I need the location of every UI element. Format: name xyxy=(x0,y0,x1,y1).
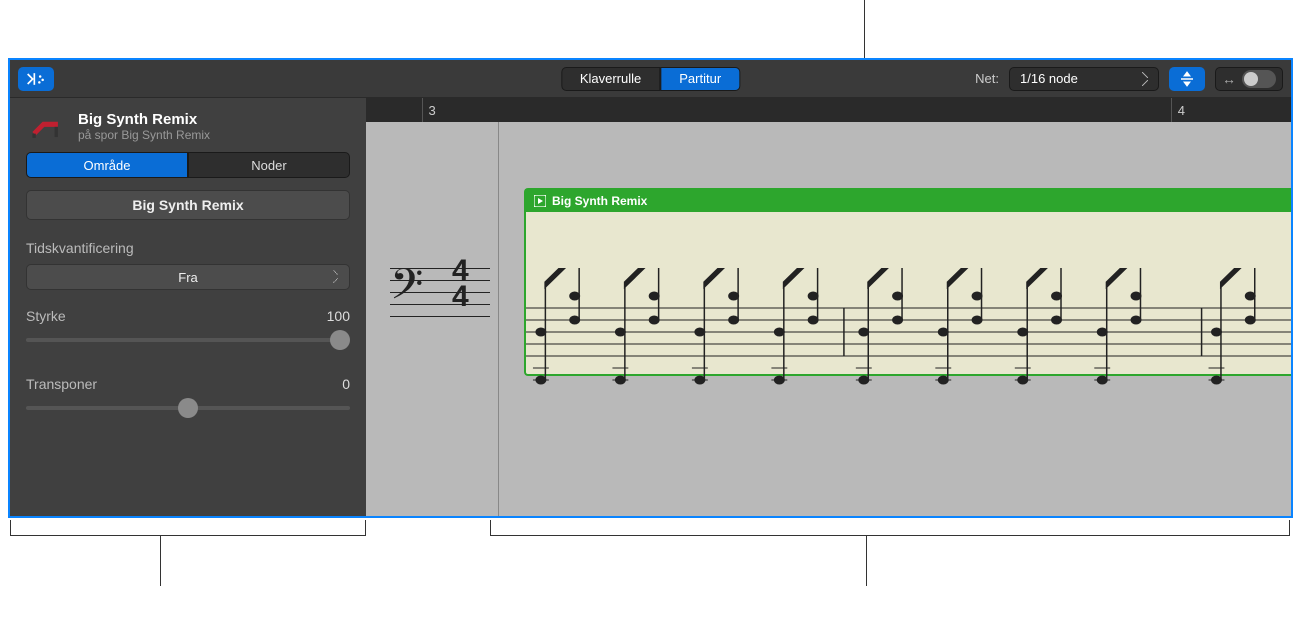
region-header: Big Synth Remix på spor Big Synth Remix xyxy=(26,110,350,142)
grid-label: Net: xyxy=(975,71,999,86)
transpose-value: 0 xyxy=(342,376,350,392)
callout-line-top xyxy=(864,0,865,60)
autozoom-toggle[interactable] xyxy=(1242,70,1276,88)
midi-region[interactable]: Big Synth Remix xyxy=(524,188,1291,376)
grid-value: 1/16 node xyxy=(1020,71,1078,86)
horizontal-autozoom-control: ↔ xyxy=(1215,67,1283,91)
inspector-sidebar: Big Synth Remix på spor Big Synth Remix … xyxy=(10,98,366,516)
notation-staff[interactable] xyxy=(526,212,1291,413)
clef-gutter: 𝄢 4 4 xyxy=(366,122,498,516)
bass-clef-icon: 𝄢 xyxy=(390,260,423,321)
view-mode-segment: Klaverrulle Partitur xyxy=(561,67,740,91)
score-editor-window: Klaverrulle Partitur Net: 1/16 node ↔ xyxy=(8,58,1293,518)
content-area: Big Synth Remix på spor Big Synth Remix … xyxy=(10,98,1291,516)
vertical-autozoom-button[interactable] xyxy=(1169,67,1205,91)
tab-score[interactable]: Partitur xyxy=(660,67,740,91)
bar-ruler[interactable]: 3 4 xyxy=(366,98,1291,122)
transpose-slider[interactable] xyxy=(26,398,350,418)
grid-select[interactable]: 1/16 node xyxy=(1009,67,1159,91)
transpose-label: Transponer xyxy=(26,376,97,392)
divider-line xyxy=(498,122,499,516)
score-main-area: 3 4 𝄢 4 4 Big xyxy=(366,98,1291,516)
catch-playhead-button[interactable] xyxy=(18,67,54,91)
strength-slider[interactable] xyxy=(26,330,350,350)
strength-label: Styrke xyxy=(26,308,66,324)
tab-piano-roll[interactable]: Klaverrulle xyxy=(561,67,660,91)
region-name-field[interactable]: Big Synth Remix xyxy=(26,190,350,220)
region-header-bar[interactable]: Big Synth Remix xyxy=(526,190,1291,212)
region-title: Big Synth Remix xyxy=(78,111,210,128)
score-viewport[interactable]: 𝄢 4 4 Big Synth Remix xyxy=(366,122,1291,516)
quantize-select[interactable]: Fra xyxy=(26,264,350,290)
arrows-icon: ↔ xyxy=(1222,71,1236,87)
ruler-mark-3: 3 xyxy=(429,103,436,118)
instrument-icon xyxy=(26,110,66,142)
toolbar: Klaverrulle Partitur Net: 1/16 node ↔ xyxy=(10,60,1291,98)
callout-brackets xyxy=(10,520,1295,610)
quantize-label: Tidskvantificering xyxy=(26,240,350,256)
tab-region[interactable]: Område xyxy=(26,152,188,178)
tab-notes[interactable]: Noder xyxy=(188,152,350,178)
region-subtitle: på spor Big Synth Remix xyxy=(78,128,210,142)
quantize-value: Fra xyxy=(178,270,198,285)
inspector-tabs: Område Noder xyxy=(26,152,350,178)
play-icon xyxy=(534,195,546,207)
ruler-mark-4: 4 xyxy=(1178,103,1185,118)
region-bar-title: Big Synth Remix xyxy=(552,194,647,208)
strength-value: 100 xyxy=(327,308,350,324)
time-signature: 4 4 xyxy=(452,258,469,310)
